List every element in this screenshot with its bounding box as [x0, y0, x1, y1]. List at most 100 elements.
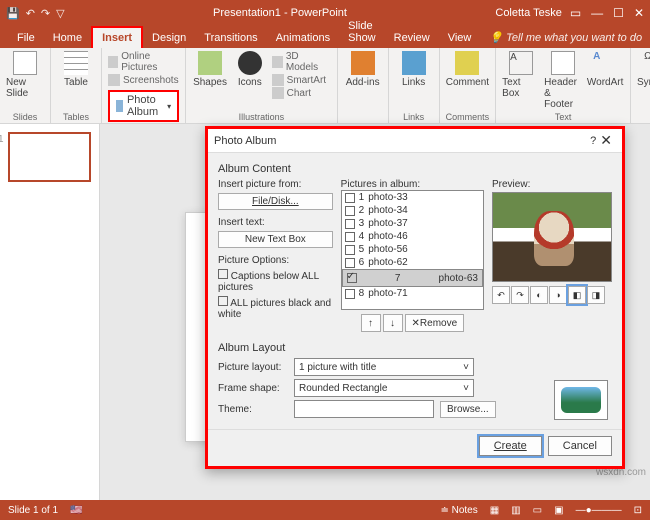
fit-to-window-icon[interactable]: ⊡	[634, 505, 642, 516]
workspace: 1 Photo Album ? ✕ Album Content Insert p…	[0, 124, 650, 500]
notes-button[interactable]: ≐ Notes	[440, 505, 477, 516]
normal-view-icon[interactable]: ▦	[490, 505, 499, 516]
black-white-checkbox[interactable]: ALL pictures black and white	[218, 296, 333, 320]
list-item[interactable]: 7photo-63	[342, 269, 483, 287]
remove-button[interactable]: ✕ Remove	[405, 314, 465, 332]
contrast-down-button[interactable]: ◨	[587, 286, 605, 304]
picture-layout-select[interactable]: 1 picture with title˅	[294, 358, 474, 376]
slide-sorter-icon[interactable]: ▥	[511, 505, 520, 516]
tab-view[interactable]: View	[439, 28, 481, 48]
slide-canvas: Photo Album ? ✕ Album Content Insert pic…	[100, 124, 650, 500]
new-text-box-button[interactable]: New Text Box	[218, 231, 333, 248]
reading-view-icon[interactable]: ▭	[533, 505, 542, 516]
list-item[interactable]: 3photo-37	[342, 217, 483, 230]
chart-icon	[272, 87, 284, 99]
symbols-button[interactable]: ΩSymbols	[637, 51, 650, 88]
contrast-up-button[interactable]: ◧	[568, 286, 586, 304]
checkbox-icon[interactable]	[345, 258, 355, 268]
table-button[interactable]: Table	[57, 51, 95, 88]
tell-me-search[interactable]: 💡 Tell me what you want to do	[480, 27, 650, 48]
symbols-icon: Ω	[644, 51, 650, 75]
item-index: 7	[395, 273, 401, 284]
move-down-button[interactable]: ↓	[383, 314, 403, 332]
text-box-button[interactable]: AText Box	[502, 51, 540, 99]
frame-shape-select[interactable]: Rounded Rectangle˅	[294, 379, 474, 397]
theme-label: Theme:	[218, 404, 288, 415]
list-item[interactable]: 2photo-34	[342, 204, 483, 217]
checkbox-icon[interactable]	[345, 289, 355, 299]
undo-icon[interactable]: ↶	[26, 7, 35, 20]
3d-models-button[interactable]: 3D Models	[272, 51, 331, 73]
item-index: 8	[359, 288, 365, 299]
brightness-down-button[interactable]: ◑	[549, 286, 567, 304]
photo-album-button[interactable]: Photo Album ▾	[108, 90, 179, 122]
redo-icon[interactable]: ↷	[41, 7, 50, 20]
move-up-button[interactable]: ↑	[361, 314, 381, 332]
theme-input[interactable]	[294, 400, 434, 418]
create-button[interactable]: Create	[479, 436, 542, 456]
slideshow-view-icon[interactable]: ▣	[554, 505, 563, 516]
checkbox-icon[interactable]	[347, 273, 357, 283]
file-disk-button[interactable]: File/Disk...	[218, 193, 333, 210]
tab-home[interactable]: Home	[44, 28, 91, 48]
checkbox-icon[interactable]	[345, 232, 355, 242]
item-name: photo-56	[368, 244, 407, 255]
captions-below-checkbox[interactable]: Captions below ALL pictures	[218, 269, 333, 293]
list-item[interactable]: 1photo-33	[342, 191, 483, 204]
rotate-left-button[interactable]: ↶	[492, 286, 510, 304]
layout-preview	[554, 380, 608, 420]
insert-text-label: Insert text:	[218, 217, 333, 228]
dialog-close-button[interactable]: ✕	[596, 132, 616, 149]
chart-button[interactable]: Chart	[272, 87, 331, 99]
tab-file[interactable]: File	[8, 28, 44, 48]
3d-models-icon	[272, 56, 283, 68]
screenshots-button[interactable]: Screenshots	[108, 74, 179, 86]
quick-access-toolbar: 💾 ↶ ↷ ▽	[6, 7, 65, 20]
list-item[interactable]: 4photo-46	[342, 230, 483, 243]
minimize-icon[interactable]: —	[591, 6, 603, 20]
group-illustrations-label: Illustrations	[239, 112, 285, 122]
slide-thumbnail-1[interactable]: 1	[8, 132, 91, 182]
preview-label: Preview:	[492, 179, 612, 190]
browse-button[interactable]: Browse...	[440, 401, 496, 418]
photo-album-dialog: Photo Album ? ✕ Album Content Insert pic…	[205, 126, 625, 469]
links-button[interactable]: Links	[395, 51, 433, 88]
tab-insert[interactable]: Insert	[91, 26, 143, 48]
shapes-button[interactable]: Shapes	[192, 51, 228, 88]
checkbox-icon[interactable]	[345, 245, 355, 255]
zoom-slider[interactable]: —●———	[576, 505, 622, 516]
tab-review[interactable]: Review	[385, 28, 439, 48]
online-pictures-button[interactable]: Online Pictures	[108, 51, 179, 73]
checkbox-icon[interactable]	[345, 219, 355, 229]
shapes-icon	[198, 51, 222, 75]
tab-transitions[interactable]: Transitions	[195, 28, 266, 48]
close-icon[interactable]: ✕	[634, 6, 644, 20]
maximize-icon[interactable]: ☐	[613, 6, 624, 20]
cancel-button[interactable]: Cancel	[548, 436, 612, 456]
item-name: photo-71	[368, 288, 407, 299]
list-item[interactable]: 5photo-56	[342, 243, 483, 256]
language-indicator[interactable]: 🇺🇸	[70, 505, 82, 516]
comment-button[interactable]: Comment	[448, 51, 486, 88]
checkbox-icon[interactable]	[345, 206, 355, 216]
table-icon	[64, 51, 88, 75]
list-item[interactable]: 8photo-71	[342, 287, 483, 300]
rotate-right-button[interactable]: ↷	[511, 286, 529, 304]
addins-button[interactable]: Add-ins	[344, 51, 382, 88]
start-from-beginning-icon[interactable]: ▽	[56, 7, 64, 20]
icons-button[interactable]: Icons	[232, 51, 268, 88]
checkbox-icon[interactable]	[345, 193, 355, 203]
new-slide-button[interactable]: New Slide	[6, 51, 44, 99]
brightness-up-button[interactable]: ◐	[530, 286, 548, 304]
list-item[interactable]: 6photo-62	[342, 256, 483, 269]
tab-slideshow[interactable]: Slide Show	[339, 16, 385, 48]
status-bar: Slide 1 of 1 🇺🇸 ≐ Notes ▦ ▥ ▭ ▣ —●——— ⊡	[0, 500, 650, 520]
tab-animations[interactable]: Animations	[267, 28, 339, 48]
save-icon[interactable]: 💾	[6, 7, 20, 20]
smartart-button[interactable]: SmartArt	[272, 74, 331, 86]
header-footer-button[interactable]: Header & Footer	[544, 51, 582, 110]
wordart-button[interactable]: AWordArt	[586, 51, 624, 88]
pictures-listbox[interactable]: 1photo-332photo-343photo-374photo-465pho…	[341, 190, 484, 310]
tab-design[interactable]: Design	[143, 28, 195, 48]
ribbon-options-icon[interactable]: ▭	[570, 6, 581, 20]
